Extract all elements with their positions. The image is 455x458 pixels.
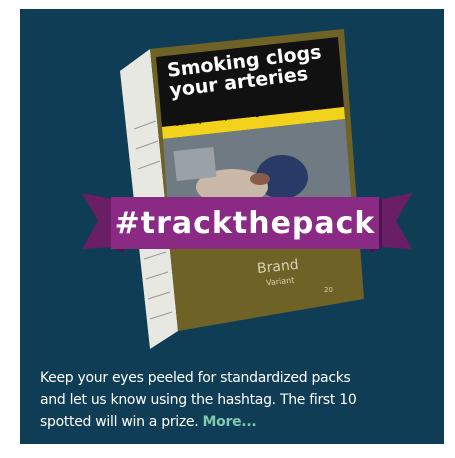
caption-line-2: and let us know using the hashtag. The f… [40, 392, 357, 408]
pack-count-label: 20 [324, 286, 333, 294]
banner-tail-right [382, 193, 412, 249]
caption-line-1: Keep your eyes peeled for standardized p… [40, 370, 351, 386]
caption-line-3-text: spotted will win a prize. [40, 414, 199, 430]
more-link[interactable]: More... [203, 414, 257, 430]
banner-tail-left [82, 193, 112, 249]
promo-card: Smoking clogs your arteries Get help to … [20, 9, 444, 444]
hashtag-banner: #trackthepack [114, 205, 376, 241]
caption-text: Keep your eyes peeled for standardized p… [40, 367, 440, 433]
caption-line-3: spotted will win a prize. More... [40, 411, 440, 433]
